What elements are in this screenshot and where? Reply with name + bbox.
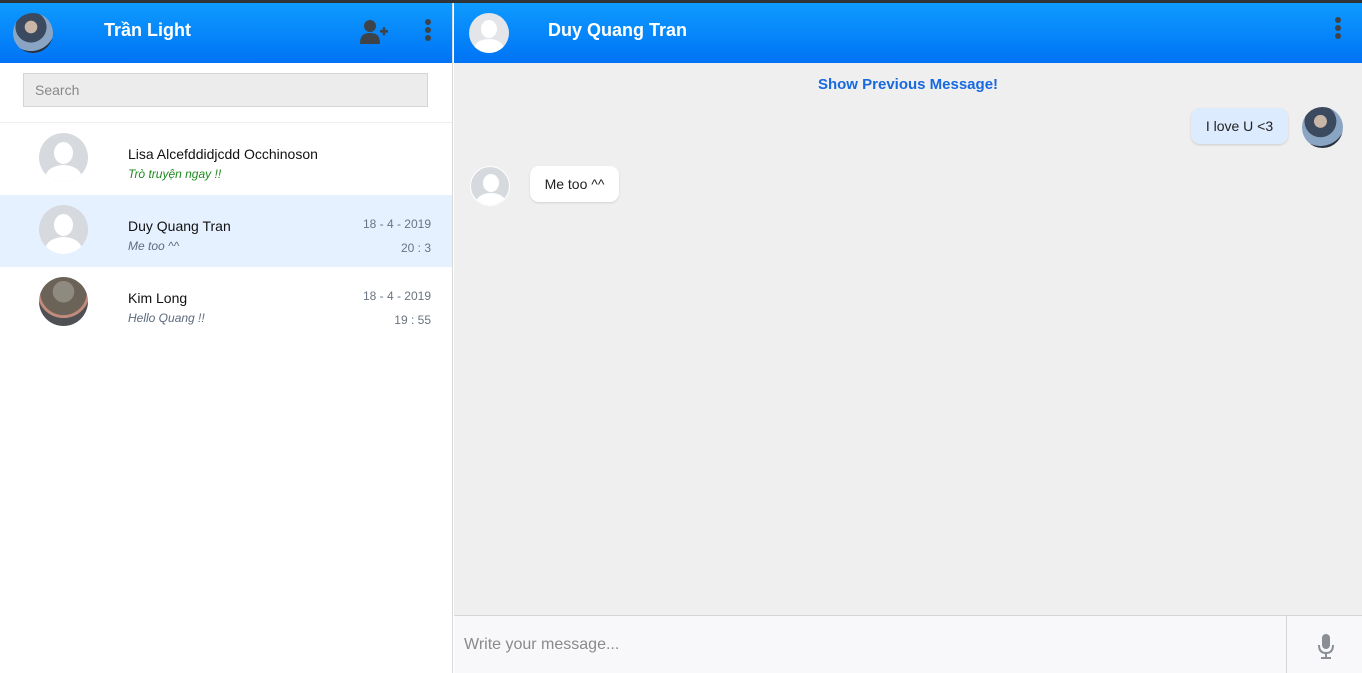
- chat-menu-icon[interactable]: [1333, 16, 1343, 40]
- message-input[interactable]: [454, 616, 1287, 673]
- outgoing-message: I love U <3: [1191, 108, 1288, 144]
- message-composer: [454, 615, 1362, 673]
- contact-name: Duy Quang Tran: [128, 218, 231, 234]
- receiver-avatar: [470, 166, 510, 206]
- last-message-time: 19 : 55: [394, 313, 431, 327]
- last-message: Trò truyện ngay !!: [128, 167, 222, 181]
- contact-avatar: [39, 133, 88, 182]
- peer-avatar[interactable]: [469, 13, 509, 53]
- sender-avatar: [1302, 107, 1343, 148]
- chat-panel: Duy Quang Tran Show Previous Message! I …: [454, 3, 1362, 673]
- contact-avatar: [39, 205, 88, 254]
- user-avatar[interactable]: [13, 13, 53, 53]
- microphone-icon[interactable]: [1316, 633, 1336, 659]
- conversation-item[interactable]: Kim Long Hello Quang !! 18 - 4 - 2019 19…: [0, 267, 452, 339]
- sidebar: Trần Light Lisa Alcefddidjcdd Occhinoson…: [0, 3, 453, 673]
- conversation-item-active[interactable]: Duy Quang Tran Me too ^^ 18 - 4 - 2019 2…: [0, 195, 452, 267]
- peer-name: Duy Quang Tran: [548, 20, 688, 40]
- last-message: Me too ^^: [128, 239, 180, 253]
- user-name: Trần Light: [104, 20, 191, 40]
- search-input[interactable]: [23, 73, 428, 107]
- add-friend-icon[interactable]: [360, 19, 388, 45]
- conversation-item[interactable]: Lisa Alcefddidjcdd Occhinoson Trò truyện…: [0, 123, 452, 195]
- search-bar: [0, 63, 452, 123]
- show-previous-link[interactable]: Show Previous Message!: [454, 76, 1362, 93]
- last-message-date: 18 - 4 - 2019: [362, 289, 431, 303]
- sidebar-header: Trần Light: [0, 3, 452, 63]
- last-message-time: 20 : 3: [400, 241, 431, 255]
- sidebar-menu-icon[interactable]: [423, 18, 433, 42]
- contact-name: Kim Long: [128, 290, 188, 306]
- incoming-message: Me too ^^: [530, 166, 619, 202]
- last-message-date: 18 - 4 - 2019: [362, 217, 431, 231]
- chat-header: Duy Quang Tran: [454, 3, 1362, 63]
- last-message: Hello Quang !!: [128, 311, 205, 325]
- contact-name: Lisa Alcefddidjcdd Occhinoson: [128, 146, 318, 162]
- contact-avatar: [39, 277, 88, 326]
